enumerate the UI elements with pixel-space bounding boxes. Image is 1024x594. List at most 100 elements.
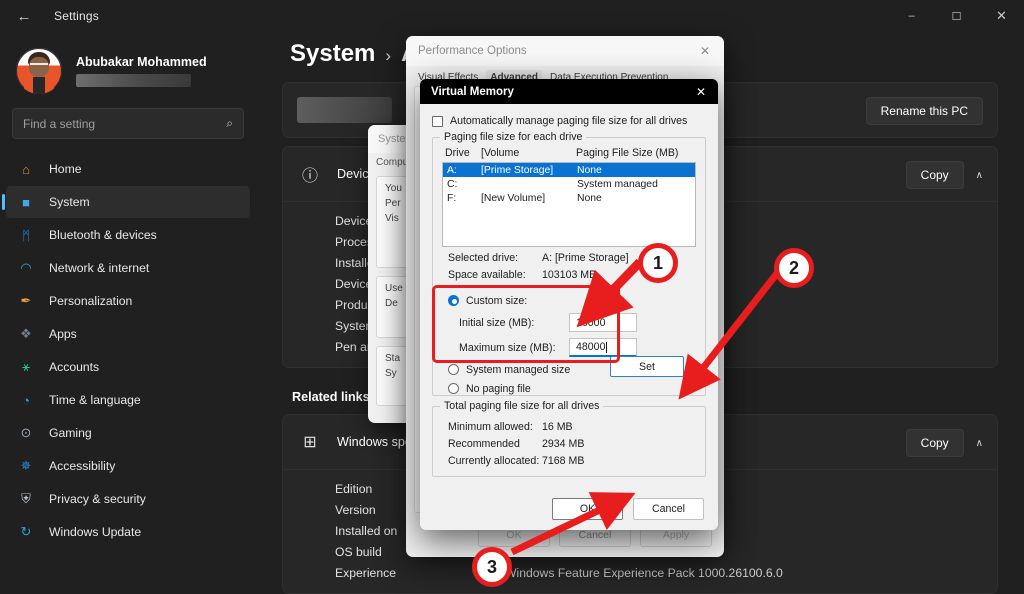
column-paging-size: Paging File Size (MB) — [576, 147, 678, 159]
drive-letter: F: — [447, 193, 481, 204]
maximize-button[interactable]: ☐ — [934, 0, 979, 32]
total-paging-legend: Total paging file size for all drives — [440, 400, 603, 412]
sidebar-item-label: Apps — [49, 327, 77, 341]
sidebar-item-personalization[interactable]: ✒Personalization — [6, 285, 250, 317]
auto-manage-checkbox[interactable] — [432, 116, 443, 127]
avatar-glasses — [30, 63, 48, 68]
copy-device-specs-button[interactable]: Copy — [906, 161, 964, 189]
system-icon: ■ — [16, 192, 36, 212]
network-internet-icon: ◠ — [16, 258, 36, 278]
selected-drive-row: Selected drive: A: [Prime Storage] — [442, 252, 696, 264]
sidebar-item-label: Personalization — [49, 294, 132, 308]
virtual-memory-footer: OK Cancel — [420, 496, 718, 522]
cancel-button[interactable]: Cancel — [633, 498, 704, 520]
gaming-icon: ⊙ — [16, 423, 36, 443]
drive-row[interactable]: F:[New Volume]None — [443, 191, 695, 205]
drive-letter: A: — [447, 165, 481, 176]
drive-paging-size: None — [577, 165, 602, 176]
no-paging-file-radio[interactable] — [448, 383, 459, 394]
maximum-size-input[interactable]: 48000 — [569, 338, 637, 357]
total-paging-key: Minimum allowed: — [448, 421, 542, 433]
chevron-up-icon[interactable]: ∧ — [976, 170, 983, 181]
system-managed-radio[interactable] — [448, 364, 459, 375]
sidebar-item-bluetooth-devices[interactable]: ᛗBluetooth & devices — [6, 219, 250, 251]
sidebar-item-time-language[interactable]: ◔Time & language — [6, 384, 250, 416]
no-paging-file-option[interactable]: No paging file — [448, 379, 696, 398]
drive-row[interactable]: C: System managed — [443, 177, 695, 191]
sidebar-item-accounts[interactable]: ⚹Accounts — [6, 351, 250, 383]
windows-specifications-actions: Copy ∧ — [906, 429, 983, 457]
sidebar-item-home[interactable]: ⌂Home — [6, 153, 250, 185]
spec-value: Windows Feature Experience Pack 1000.261… — [505, 566, 783, 580]
size-options: Custom size: Initial size (MB): 16000 Ma… — [442, 291, 696, 398]
window-titlebar: ← Settings – ☐ ✕ — [0, 0, 1024, 32]
avatar-shirt — [33, 77, 45, 94]
chevron-up-icon[interactable]: ∧ — [976, 438, 983, 449]
sidebar-item-apps[interactable]: ❖ Apps — [6, 318, 250, 350]
account-text: Abubakar Mohammed — [76, 55, 207, 87]
no-paging-file-label: No paging file — [466, 383, 531, 395]
drive-list[interactable]: A:[Prime Storage]NoneC:System managedF:[… — [442, 162, 696, 247]
total-paging-key: Currently allocated: — [448, 455, 542, 467]
custom-size-label: Custom size: — [466, 295, 527, 307]
drive-paging-size: System managed — [577, 179, 658, 190]
sidebar-item-system[interactable]: ■ System — [6, 186, 250, 218]
sidebar-item-label: Privacy & security — [49, 492, 146, 506]
ok-button[interactable]: OK — [552, 498, 623, 520]
initial-size-row: Initial size (MB): 16000 — [448, 310, 696, 335]
custom-size-radio[interactable] — [448, 295, 459, 306]
set-button[interactable]: Set — [610, 356, 684, 377]
custom-size-option[interactable]: Custom size: — [448, 291, 696, 310]
total-paging-key: Recommended — [448, 438, 542, 450]
sidebar-item-network-internet[interactable]: ◠Network & internet — [6, 252, 250, 284]
back-button[interactable]: ← — [6, 0, 42, 32]
performance-options-titlebar: Performance Options ✕ — [406, 36, 724, 66]
sidebar-item-windows-update[interactable]: ↻Windows Update — [6, 516, 250, 548]
sidebar-item-accessibility[interactable]: ✵Accessibility — [6, 450, 250, 482]
close-button[interactable]: ✕ — [979, 0, 1024, 32]
sidebar-item-privacy-security[interactable]: ⛨ Privacy & security — [6, 483, 250, 515]
drive-letter: C: — [447, 179, 481, 190]
paging-file-legend: Paging file size for each drive — [440, 131, 586, 143]
drive-row[interactable]: A:[Prime Storage]None — [443, 163, 695, 177]
selected-drive-label: Selected drive: — [448, 252, 542, 264]
close-icon[interactable]: ✕ — [694, 42, 716, 60]
total-paging-value: 2934 MB — [542, 438, 584, 450]
space-available-value: 103103 MB — [542, 269, 596, 281]
rename-this-pc-button[interactable]: Rename this PC — [866, 97, 983, 125]
apps-icon: ❖ — [16, 324, 36, 344]
sidebar: Abubakar Mohammed Find a setting ⌕ ⌂Home… — [0, 32, 256, 594]
minimize-button[interactable]: – — [889, 0, 934, 32]
account-email-redacted — [76, 74, 191, 87]
window-controls: – ☐ ✕ — [889, 0, 1024, 32]
sidebar-item-label: System — [49, 195, 90, 209]
windows-spec-row: ExperienceWindows Feature Experience Pac… — [283, 562, 997, 583]
sidebar-nav: ⌂Home ■ System ᛗBluetooth & devices◠Network… — [0, 153, 256, 548]
search-icon: ⌕ — [226, 116, 233, 131]
initial-size-label: Initial size (MB): — [459, 317, 569, 329]
initial-size-input[interactable]: 16000 — [569, 313, 637, 332]
sidebar-item-label: Windows Update — [49, 525, 141, 539]
paging-file-group: Paging file size for each drive Drive [V… — [432, 137, 706, 396]
sidebar-item-label: Accessibility — [49, 459, 115, 473]
sidebar-item-label: Gaming — [49, 426, 92, 440]
breadcrumb-separator-icon: › — [385, 46, 391, 66]
device-specifications-actions: Copy ∧ — [906, 161, 983, 189]
drive-volume: [Prime Storage] — [481, 165, 577, 176]
account-block[interactable]: Abubakar Mohammed — [0, 32, 256, 102]
copy-windows-specs-button[interactable]: Copy — [906, 429, 964, 457]
sidebar-item-gaming[interactable]: ⊙ Gaming — [6, 417, 250, 449]
breadcrumb-root[interactable]: System — [290, 40, 375, 68]
sidebar-item-label: Bluetooth & devices — [49, 228, 157, 242]
privacy-security-icon: ⛨ — [16, 489, 36, 509]
space-available-label: Space available: — [448, 269, 542, 281]
text-caret — [606, 342, 607, 353]
virtual-memory-body: Automatically manage paging file size fo… — [420, 104, 718, 477]
search-input[interactable]: Find a setting ⌕ — [12, 108, 244, 139]
virtual-memory-dialog[interactable]: Virtual Memory ✕ Automatically manage pa… — [420, 79, 718, 530]
pc-name-redacted — [297, 97, 392, 123]
sidebar-item-label: Accounts — [49, 360, 99, 374]
close-icon[interactable]: ✕ — [690, 83, 712, 101]
auto-manage-row[interactable]: Automatically manage paging file size fo… — [432, 115, 706, 127]
auto-manage-label: Automatically manage paging file size fo… — [450, 115, 687, 127]
